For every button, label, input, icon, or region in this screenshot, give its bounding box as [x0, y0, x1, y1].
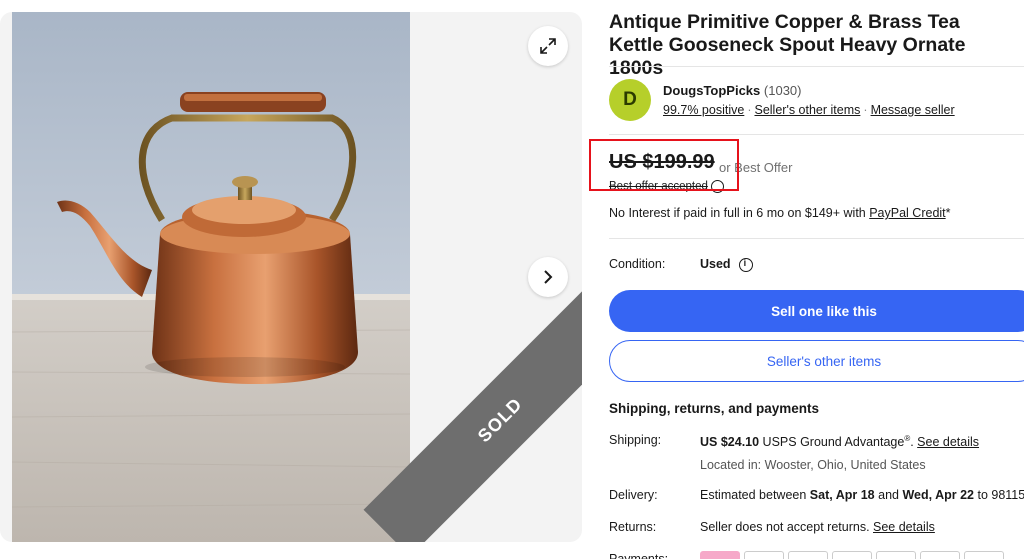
- product-photo[interactable]: [12, 12, 410, 542]
- payment-method-icon: [964, 551, 1004, 559]
- payment-method-icon: [876, 551, 916, 559]
- sellers-other-items-button[interactable]: Seller's other items: [609, 340, 1024, 382]
- expand-arrows-icon: [540, 38, 556, 54]
- expand-image-button[interactable]: [528, 26, 568, 66]
- separator: ·: [863, 103, 868, 117]
- delivery-start: Sat, Apr 18: [809, 488, 875, 502]
- seller-name[interactable]: DougsTopPicks: [663, 83, 760, 98]
- shipping-see-details-link[interactable]: See details: [917, 435, 979, 449]
- shipping-section-title: Shipping, returns, and payments: [609, 401, 820, 416]
- shipping-value: US $24.10 USPS Ground Advantage®. See de…: [700, 434, 979, 449]
- sell-one-like-this-button[interactable]: Sell one like this: [609, 290, 1024, 332]
- image-gallery: SOLD: [0, 12, 582, 542]
- seller-links: 99.7% positive · Seller's other items · Mess…: [663, 103, 955, 117]
- payment-method-icon: [788, 551, 828, 559]
- shipping-service: USPS Ground Advantage: [759, 435, 905, 450]
- divider: [609, 238, 1024, 239]
- sold-ribbon-text: SOLD: [473, 393, 526, 446]
- payment-method-icon: [832, 551, 872, 559]
- payment-method-icon: [744, 551, 784, 559]
- delivery-label: Delivery:: [609, 488, 658, 502]
- financing-suffix: *: [945, 206, 951, 220]
- payment-method-icon: [920, 551, 960, 559]
- divider: [609, 66, 1024, 67]
- separator: ·: [747, 103, 752, 117]
- payments-label: Payments:: [609, 552, 669, 559]
- paypal-credit-link[interactable]: PayPal Credit: [869, 206, 945, 220]
- condition-label: Condition:: [609, 257, 666, 271]
- seller-card: D DougsTopPicks (1030) 99.7% positive · Se…: [609, 79, 1024, 123]
- feedback-count[interactable]: (1030): [764, 83, 802, 98]
- condition-value: Used: [700, 257, 731, 271]
- financing-line: No Interest if paid in full in 6 mo on $…: [609, 206, 951, 220]
- returns-value: Seller does not accept returns. See deta…: [700, 520, 935, 534]
- returns-label: Returns:: [609, 520, 657, 534]
- shipping-price: US $24.10: [700, 435, 760, 450]
- returns-text: Seller does not accept returns.: [700, 520, 874, 534]
- seller-avatar[interactable]: D: [609, 79, 651, 121]
- returns-see-details-link[interactable]: See details: [873, 520, 935, 534]
- shipping-label: Shipping:: [609, 433, 662, 447]
- delivery-value: Estimated between Sat, Apr 18 and Wed, A…: [700, 488, 1024, 502]
- payment-methods: [700, 551, 1004, 559]
- message-seller-link[interactable]: Message seller: [871, 103, 955, 117]
- seller-other-items-link[interactable]: Seller's other items: [754, 103, 860, 117]
- delivery-end: Wed, Apr 22: [902, 488, 974, 502]
- condition-value-line: Used: [700, 257, 753, 272]
- listing-title: Antique Primitive Copper & Brass Tea Ket…: [609, 11, 966, 79]
- delivery-prefix: Estimated between: [700, 488, 810, 502]
- financing-text: No Interest if paid in full in 6 mo on $…: [609, 206, 870, 220]
- positive-feedback-link[interactable]: 99.7% positive: [663, 103, 744, 117]
- payment-method-icon: [700, 551, 740, 559]
- condition-info-icon[interactable]: [738, 257, 753, 272]
- item-location: Located in: Wooster, Ohio, United States: [700, 458, 926, 472]
- next-image-button[interactable]: [528, 257, 568, 297]
- price-highlight-box: [589, 139, 739, 191]
- delivery-and: and: [874, 488, 903, 502]
- divider: [609, 134, 1024, 135]
- chevron-right-icon: [544, 270, 553, 284]
- delivery-suffix: to 98115: [974, 488, 1024, 502]
- seller-name-line: DougsTopPicks (1030): [663, 83, 801, 98]
